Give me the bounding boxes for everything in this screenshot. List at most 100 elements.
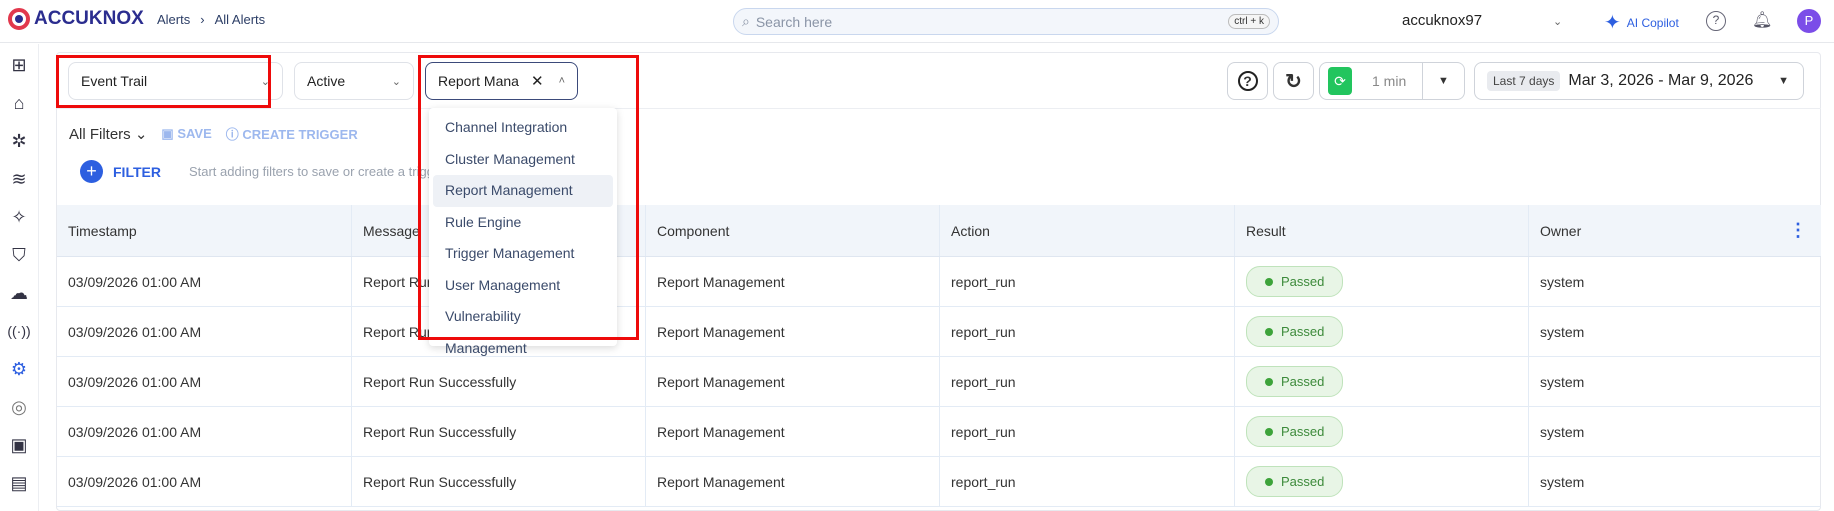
cell-message: Report Run Successfully <box>352 457 646 506</box>
add-filter-icon[interactable]: + <box>80 160 103 183</box>
avatar[interactable]: P <box>1797 9 1821 33</box>
help-icon[interactable]: ? <box>1706 11 1726 31</box>
cell-owner: system <box>1540 323 1585 340</box>
highlight-box <box>56 55 271 108</box>
shield-icon[interactable]: ⛉ <box>6 242 32 268</box>
highlight-box <box>418 55 639 340</box>
brand-logo[interactable]: ACCUKNOX <box>8 8 144 30</box>
cell-timestamp: 03/09/2026 01:00 AM <box>57 307 352 356</box>
cell-component: Report Management <box>646 457 940 506</box>
tenant-selector[interactable]: accuknox97 <box>1402 12 1482 29</box>
table-row[interactable]: 03/09/2026 01:00 AMReport Run Successful… <box>57 407 1821 457</box>
chevron-right-icon: › <box>200 12 205 27</box>
status-text: Passed <box>1281 374 1325 389</box>
bug-icon[interactable]: ✲ <box>6 128 32 154</box>
column-owner[interactable]: Owner <box>1529 205 1821 256</box>
table-header: Timestamp Message Component Action Resul… <box>57 205 1821 257</box>
sparkle-icon: ✦ <box>1604 12 1621 34</box>
refresh-icon: ↻ <box>1285 70 1302 93</box>
brand-name: ACCUKNOX <box>34 8 144 29</box>
create-trigger-label: CREATE TRIGGER <box>242 127 358 142</box>
table-row[interactable]: 03/09/2026 01:00 AMReport Run Successful… <box>57 357 1821 407</box>
add-filter-button[interactable]: FILTER <box>113 164 161 180</box>
cell-timestamp: 03/09/2026 01:00 AM <box>57 357 352 406</box>
cell-action: report_run <box>940 407 1235 456</box>
alert-icon[interactable]: ⚙ <box>6 356 32 382</box>
cell-owner: system <box>1540 423 1585 440</box>
save-button[interactable]: ▣ SAVE <box>161 126 211 142</box>
status-badge: Passed <box>1246 366 1344 397</box>
breadcrumb: Alerts › All Alerts <box>157 12 265 27</box>
cell-action: report_run <box>940 357 1235 406</box>
cell-component: Report Management <box>646 257 940 306</box>
cell-timestamp: 03/09/2026 01:00 AM <box>57 457 352 506</box>
table-row[interactable]: 03/09/2026 01:00 AMReport Run Successful… <box>57 457 1821 507</box>
save-label: SAVE <box>177 125 212 141</box>
cell-result: Passed <box>1235 257 1529 306</box>
logo-icon <box>8 8 30 30</box>
status-text: Passed <box>1281 474 1325 489</box>
breadcrumb-alerts[interactable]: Alerts <box>157 12 190 27</box>
filter-hint: Start adding filters to save or create a… <box>188 164 429 179</box>
cell-message: Report Run Successfully <box>352 407 646 456</box>
table-row[interactable]: 03/09/2026 01:00 AMReport Run Successful… <box>57 257 1821 307</box>
layers-icon[interactable]: ≋ <box>6 166 32 192</box>
cell-action: report_run <box>940 457 1235 506</box>
chevron-down-icon[interactable]: ⌄ <box>1553 15 1562 28</box>
tenant-name: accuknox97 <box>1402 12 1483 29</box>
divider <box>57 108 1821 109</box>
cell-component: Report Management <box>646 407 940 456</box>
status-dot-icon <box>1265 277 1273 286</box>
fingerprint-icon[interactable]: ◎ <box>6 394 32 420</box>
cell-result: Passed <box>1235 407 1529 456</box>
chevron-down-icon: ⌄ <box>134 125 148 143</box>
cloud-icon[interactable]: ☁ <box>6 280 32 306</box>
search-icon: ⌕ <box>742 13 750 29</box>
cell-owner: system <box>1540 273 1585 290</box>
help-button[interactable]: ? <box>1227 62 1268 100</box>
create-trigger-button[interactable]: ⓘ CREATE TRIGGER <box>226 124 358 143</box>
column-component[interactable]: Component <box>646 205 940 256</box>
all-filters-dropdown[interactable]: All Filters ⌄ <box>69 125 147 143</box>
status-value: Active <box>307 73 346 89</box>
report-icon[interactable]: ▤ <box>6 470 32 496</box>
caret-down-icon[interactable]: ▼ <box>1422 63 1464 99</box>
cell-owner: system <box>1540 373 1585 390</box>
date-range-picker[interactable]: Last 7 days Mar 3, 2026 - Mar 9, 2026 ▼ <box>1474 62 1804 100</box>
status-select[interactable]: Active ⌄ <box>294 62 414 100</box>
settings-badge-icon[interactable]: ▣ <box>6 432 32 458</box>
cell-timestamp: 03/09/2026 01:00 AM <box>57 257 352 306</box>
column-result[interactable]: Result <box>1235 205 1529 256</box>
top-header: ACCUKNOX Alerts › All Alerts ⌕ Search here c… <box>0 0 1834 43</box>
caret-down-icon: ▼ <box>1778 75 1789 87</box>
status-dot-icon <box>1265 377 1273 386</box>
column-timestamp[interactable]: Timestamp <box>57 205 352 256</box>
ai-copilot-button[interactable]: ✦ AI Copilot <box>1604 10 1679 35</box>
table-row[interactable]: 03/09/2026 01:00 AMReport Run Successful… <box>57 307 1821 357</box>
status-dot-icon <box>1265 477 1273 486</box>
status-dot-icon <box>1265 327 1273 336</box>
signal-icon[interactable]: ((·)) <box>6 318 32 344</box>
bell-icon[interactable]: 🔔︎ <box>1752 10 1772 30</box>
breadcrumb-all-alerts[interactable]: All Alerts <box>215 12 266 27</box>
status-text: Passed <box>1281 424 1325 439</box>
inventory-icon[interactable]: ⌂ <box>6 90 32 116</box>
chevron-down-icon: ⌄ <box>391 75 401 88</box>
status-text: Passed <box>1281 324 1325 339</box>
cell-result: Passed <box>1235 307 1529 356</box>
column-action[interactable]: Action <box>940 205 1235 256</box>
date-range-value: Mar 3, 2026 - Mar 9, 2026 <box>1568 72 1754 89</box>
cell-owner: system <box>1540 473 1585 490</box>
sidebar: ⊞ ⌂ ✲ ≋ ✧ ⛉ ☁ ((·)) ⚙ ◎ ▣ ▤ <box>0 44 39 511</box>
column-menu-icon[interactable]: ⋮ <box>1789 220 1807 241</box>
cell-component: Report Management <box>646 307 940 356</box>
auto-refresh-control[interactable]: ⟳ 1 min ▼ <box>1319 62 1465 100</box>
ai-sparkle-icon[interactable]: ✧ <box>6 204 32 230</box>
status-badge: Passed <box>1246 416 1344 447</box>
cell-action: report_run <box>940 307 1235 356</box>
search-input[interactable]: ⌕ Search here ctrl + k <box>733 8 1279 35</box>
dashboard-icon[interactable]: ⊞ <box>6 52 32 78</box>
search-placeholder: Search here <box>755 13 833 30</box>
refresh-button[interactable]: ↻ <box>1273 62 1314 100</box>
filter-actions: All Filters ⌄ ▣ SAVE ⓘ CREATE TRIGGER <box>69 124 358 143</box>
